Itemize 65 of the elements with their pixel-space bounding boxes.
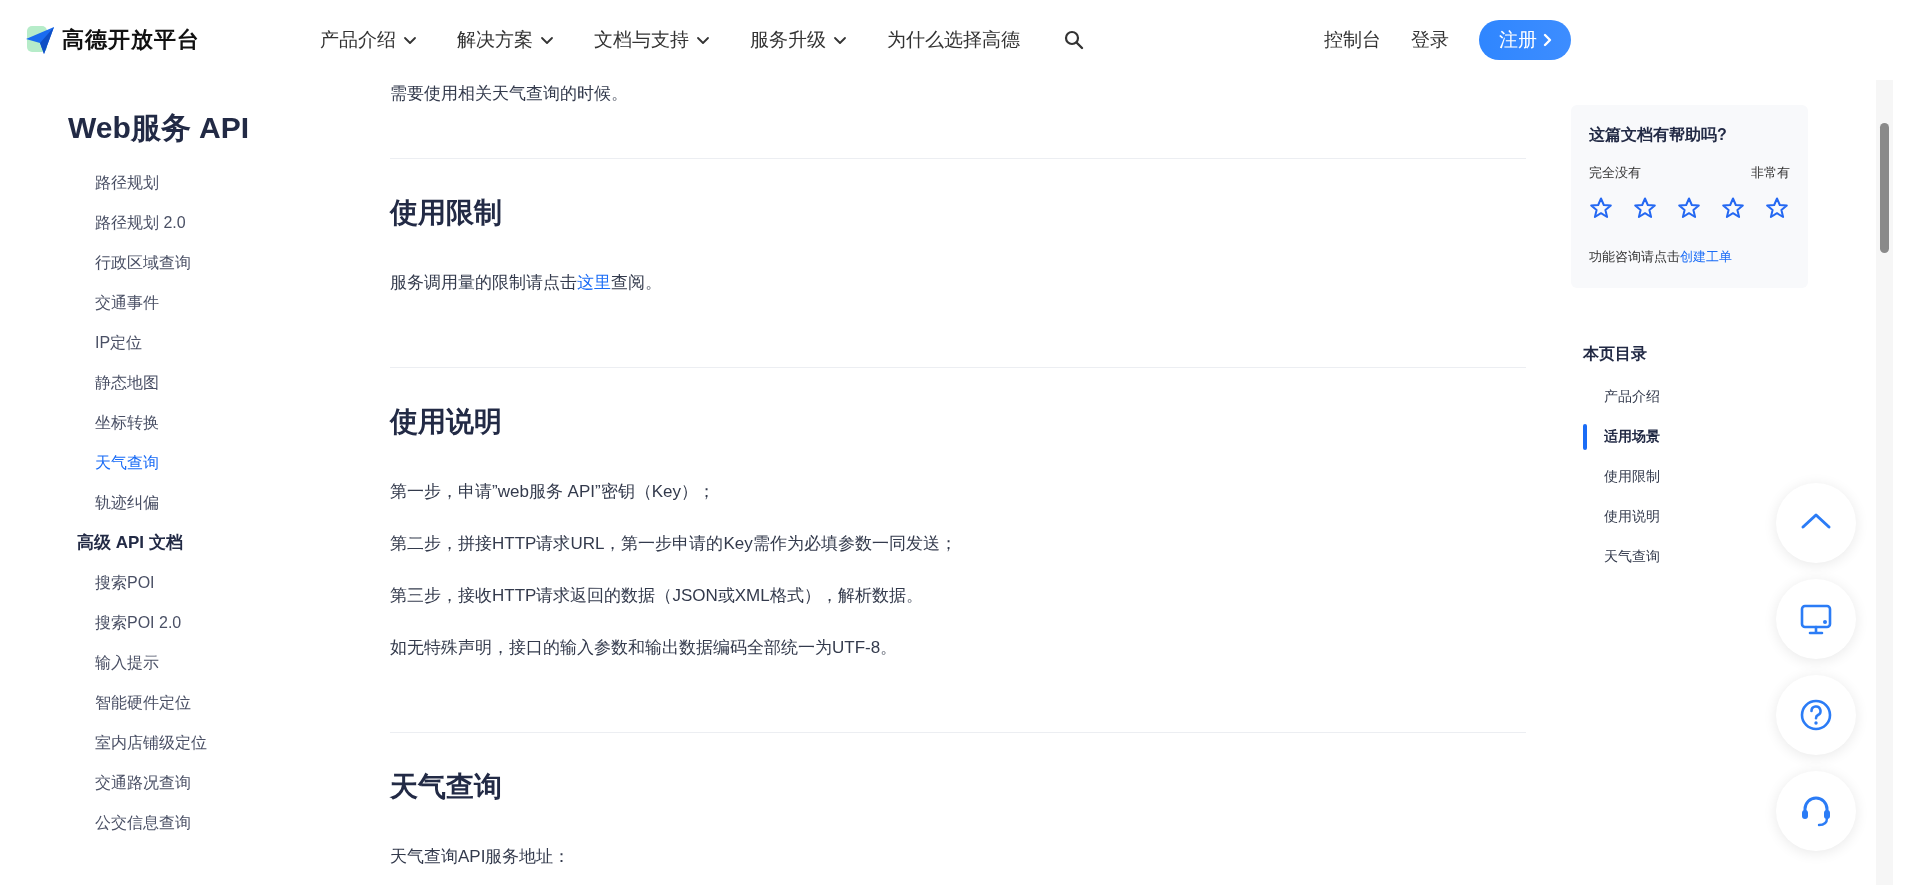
- rating-label: 非常有: [1751, 164, 1790, 182]
- active-indicator: [1583, 424, 1587, 450]
- toc-item[interactable]: 产品介绍: [1604, 388, 1660, 406]
- sidebar-item[interactable]: 行政区域查询: [0, 243, 191, 283]
- help-note: 功能咨询请点击创建工单: [1589, 248, 1733, 266]
- sidebar-item[interactable]: 搜索POI 2.0: [0, 603, 182, 643]
- sidebar-item[interactable]: 搜索POI: [0, 563, 155, 603]
- section-heading: 使用说明: [390, 405, 503, 439]
- toc-title: 本页目录: [1583, 344, 1648, 364]
- paragraph: 如无特殊声明，接口的输入参数和输出数据编码全部统一为UTF-8。: [390, 637, 899, 659]
- sidebar-title: Web服务 API: [68, 110, 250, 146]
- sidebar-item[interactable]: 交通事件: [0, 283, 159, 323]
- sidebar-item[interactable]: 智能硬件定位: [0, 683, 191, 723]
- sidebar-group-title: 高级 API 文档: [76, 532, 183, 554]
- sidebar-item[interactable]: 室内店铺级定位: [0, 723, 207, 763]
- search-icon: [1064, 30, 1084, 50]
- nav-menu-item[interactable]: 解决方案: [457, 27, 554, 53]
- nav-menu-item[interactable]: 服务升级: [750, 27, 847, 53]
- sidebar-item[interactable]: IP定位: [0, 323, 143, 363]
- chevron-down-icon: [696, 34, 710, 46]
- star-icon: [1721, 196, 1745, 220]
- toc-item[interactable]: 适用场景: [1604, 428, 1660, 446]
- chevron-down-icon: [403, 34, 417, 46]
- nav-menu-item[interactable]: 文档与支持: [594, 27, 710, 53]
- logo-text[interactable]: 高德开放平台: [62, 25, 200, 55]
- star-icon: [1677, 196, 1701, 220]
- header-link[interactable]: 登录: [1411, 27, 1449, 53]
- toc-item[interactable]: 使用说明: [1604, 508, 1660, 526]
- star-rating[interactable]: [1589, 196, 1789, 220]
- scrollbar[interactable]: [1876, 80, 1893, 885]
- paragraph: 第一步，申请”web服务 API”密钥（Key）；: [390, 481, 716, 503]
- sidebar-item[interactable]: 交通路况查询: [0, 763, 191, 803]
- sidebar-item[interactable]: 坐标转换: [0, 403, 159, 443]
- paragraph: 服务调用量的限制请点击这里查阅。: [390, 272, 663, 294]
- chevron-down-icon: [540, 34, 554, 46]
- sidebar-item[interactable]: 静态地图: [0, 363, 159, 403]
- sidebar-item[interactable]: 路径规划: [0, 163, 159, 203]
- section-heading: 天气查询: [390, 770, 503, 804]
- sidebar-item[interactable]: 输入提示: [0, 643, 159, 683]
- feedback-title: 这篇文档有帮助吗?: [1589, 125, 1728, 145]
- toc-item[interactable]: 使用限制: [1604, 468, 1660, 486]
- paragraph: 第二步，拼接HTTP请求URL，第一步申请的Key需作为必填参数一同发送；: [390, 533, 958, 555]
- chevron-right-icon: [1543, 33, 1553, 47]
- star-icon: [1633, 196, 1657, 220]
- paragraph: 第三步，接收HTTP请求返回的数据（JSON或XML格式），解析数据。: [390, 585, 924, 607]
- paragraph: 需要使用相关天气查询的时候。: [390, 83, 629, 105]
- paragraph: 天气查询API服务地址：: [390, 846, 572, 868]
- header-link[interactable]: 控制台: [1324, 27, 1381, 53]
- toc-item[interactable]: 天气查询: [1604, 548, 1660, 566]
- star-icon: [1765, 196, 1789, 220]
- create-ticket-link[interactable]: 创建工单: [1680, 249, 1732, 264]
- link[interactable]: 这里: [577, 273, 611, 292]
- sidebar-item[interactable]: 天气查询: [0, 443, 159, 483]
- sidebar-item[interactable]: 路径规划 2.0: [0, 203, 186, 243]
- logo-icon: [24, 24, 56, 56]
- sidebar-item[interactable]: 公交信息查询: [0, 803, 191, 843]
- chevron-down-icon: [833, 34, 847, 46]
- nav-menu-item[interactable]: 产品介绍: [320, 27, 417, 53]
- scrollbar-thumb[interactable]: [1880, 123, 1889, 253]
- rating-label: 完全没有: [1589, 164, 1641, 182]
- question-circle-icon: [1798, 697, 1834, 733]
- nav-menu-item[interactable]: 为什么选择高德: [887, 27, 1020, 53]
- section-heading: 使用限制: [390, 196, 503, 230]
- sidebar-item[interactable]: 轨迹纠偏: [0, 483, 159, 523]
- star-icon: [1589, 196, 1613, 220]
